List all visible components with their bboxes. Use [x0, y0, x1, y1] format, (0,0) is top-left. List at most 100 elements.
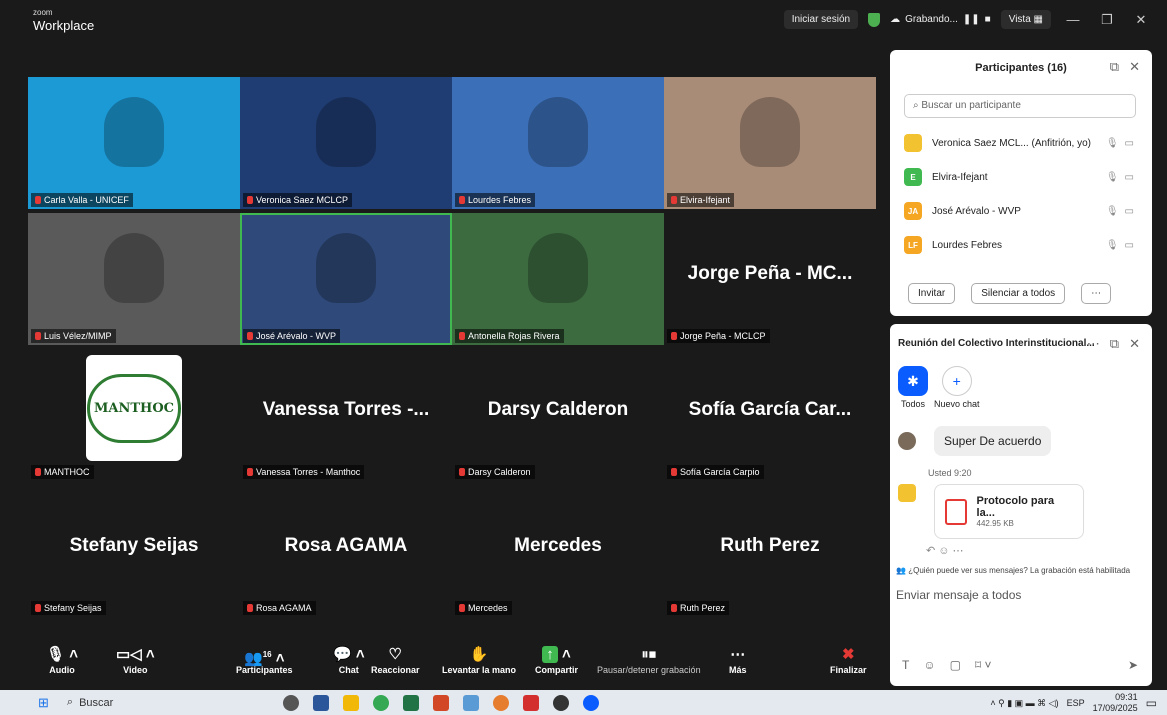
participants-panel: Participantes (16) ⧉ ✕ ⌕ Buscar un partic… — [890, 50, 1152, 316]
message-actions-icon[interactable]: ↶ ☺ ⋯ — [926, 544, 964, 557]
app2-icon[interactable] — [493, 694, 510, 711]
audio-button[interactable]: 🎙 ˄ Audio — [46, 645, 78, 675]
person-silhouette — [316, 97, 376, 167]
close-panel-icon[interactable]: ✕ — [1129, 59, 1140, 75]
more-options-button[interactable]: ⋯ — [1081, 283, 1112, 304]
participant-tile[interactable]: José Arévalo - WVP — [240, 213, 452, 345]
minimize-icon[interactable]: — — [1061, 12, 1085, 27]
react-button[interactable]: ♡ Reaccionar — [371, 645, 420, 675]
brand-small: zoom — [33, 8, 53, 17]
participant-tile[interactable]: Vanessa Torres -... Vanessa Torres - Mant… — [240, 349, 452, 481]
file-icon[interactable]: ▢ — [950, 658, 961, 672]
participant-name-label: Stefany Seijas — [31, 601, 106, 615]
more-button[interactable]: ⋯ Más — [729, 645, 747, 675]
video-button[interactable]: ▭◁ ˄ Video — [116, 645, 155, 675]
send-icon[interactable]: ➤ — [1128, 658, 1138, 672]
file-attachment[interactable]: Protocolo para la... 442.95 KB — [934, 484, 1084, 539]
file-explorer-icon[interactable] — [343, 694, 360, 711]
participant-tile[interactable]: Sofía García Car... Sofía García Carpio — [664, 349, 876, 481]
participant-tile[interactable]: Luis Vélez/MIMP — [28, 213, 240, 345]
participant-tile[interactable]: Antonella Rojas Rivera — [452, 213, 664, 345]
raise-hand-button[interactable]: ✋ Levantar la mano — [442, 645, 516, 675]
participant-row[interactable]: Veronica Saez MCL... (Anfitrión, yo) 🎙 ▭ — [904, 126, 1134, 160]
participant-name: Darsy Calderon — [468, 467, 531, 477]
share-button[interactable]: ↑ ˄ Compartir — [535, 645, 578, 675]
participant-row[interactable]: LF Lourdes Febres 🎙 ▭ — [904, 228, 1134, 262]
share-label: Compartir — [535, 665, 579, 675]
signin-button[interactable]: Iniciar sesión — [783, 10, 859, 29]
participant-row-name: José Arévalo - WVP — [932, 205, 1021, 217]
avatar — [898, 432, 916, 450]
person-silhouette — [104, 97, 164, 167]
camera-icon[interactable]: ▭ — [1125, 172, 1134, 183]
participant-tile[interactable]: Elvira-Ifejant — [664, 77, 876, 209]
camera-icon[interactable]: ▭ — [1125, 206, 1134, 217]
participant-tile[interactable]: Jorge Peña - MC... Jorge Peña - MCLCP — [664, 213, 876, 345]
participant-tile[interactable]: Rosa AGAMA Rosa AGAMA — [240, 485, 452, 617]
excel-icon[interactable] — [403, 694, 420, 711]
tray-icons[interactable]: ˄ ⚲ ▮ ▣ ▬ ⌘ ◁) — [990, 698, 1058, 709]
meeting-toolbar: 🎙 ˄ Audio ▭◁ ˄ Video 👥16 ˄ Participantes 💬 … — [0, 639, 888, 686]
participant-tile[interactable]: Lourdes Febres — [452, 77, 664, 209]
chrome-icon[interactable] — [373, 694, 390, 711]
camera-icon: ▭◁ ˄ — [116, 646, 155, 663]
microphone-icon[interactable]: 🎙 — [1106, 240, 1119, 251]
participant-row[interactable]: JA José Arévalo - WVP 🎙 ▭ — [904, 194, 1134, 228]
popout-icon[interactable]: ⧉ — [1110, 59, 1119, 75]
stop-icon[interactable]: ■ — [985, 14, 991, 25]
powerpoint-icon[interactable] — [433, 694, 450, 711]
muted-mic-icon — [247, 196, 253, 204]
participant-name-label: Ruth Perez — [667, 601, 730, 615]
acrobat-icon[interactable] — [523, 694, 540, 711]
tab-all[interactable]: ✱ Todos — [898, 366, 928, 409]
participant-tile[interactable]: Veronica Saez MCLCP — [240, 77, 452, 209]
chat-input[interactable]: Enviar mensaje a todos — [896, 588, 1021, 602]
task-view-icon[interactable] — [283, 694, 300, 711]
search-icon[interactable]: ⌕ — [67, 696, 73, 709]
camera-icon[interactable]: ▭ — [1125, 240, 1134, 251]
camera-icon[interactable]: ▭ — [1125, 138, 1134, 149]
pause-icon[interactable]: ❚❚ — [963, 14, 980, 25]
microphone-icon[interactable]: 🎙 — [1106, 206, 1119, 217]
clock[interactable]: 09:31 17/09/2025 — [1093, 692, 1138, 714]
participants-button[interactable]: 👥16 ˄ Participantes — [236, 645, 293, 675]
participant-search-input[interactable]: ⌕ Buscar un participante — [904, 94, 1136, 118]
app-icon[interactable] — [463, 694, 480, 711]
restore-icon[interactable]: ❐ — [1095, 12, 1119, 28]
view-button[interactable]: Vista ▦ — [1000, 10, 1051, 29]
participant-tile[interactable]: Carla Valla - UNICEF — [28, 77, 240, 209]
tab-new-chat[interactable]: + Nuevo chat — [934, 366, 980, 409]
close-icon[interactable]: ✕ — [1129, 12, 1153, 28]
microphone-icon[interactable]: 🎙 — [1106, 138, 1119, 149]
word-icon[interactable] — [313, 694, 330, 711]
mute-all-button[interactable]: Silenciar a todos — [971, 283, 1066, 304]
recording-indicator[interactable]: ☁ Grabando... ❚❚ ■ — [890, 14, 991, 25]
windows-start-icon[interactable]: ⊞ — [38, 695, 49, 711]
app3-icon[interactable] — [553, 694, 570, 711]
pause-recording-button[interactable]: ⏸⏹ Pausar/detener grabación — [597, 645, 701, 675]
chat-close-icon[interactable]: ✕ — [1129, 336, 1140, 352]
participant-row[interactable]: E Elvira-Ifejant 🎙 ▭ — [904, 160, 1134, 194]
microphone-icon[interactable]: 🎙 — [1106, 172, 1119, 183]
participant-tile[interactable]: Ruth Perez Ruth Perez — [664, 485, 876, 617]
participant-name-label: Carla Valla - UNICEF — [31, 193, 133, 207]
notifications-icon[interactable]: ▭ — [1146, 696, 1157, 710]
participant-tile[interactable]: Mercedes Mercedes — [452, 485, 664, 617]
clock-time: 09:31 — [1115, 692, 1138, 702]
invite-button[interactable]: Invitar — [908, 283, 956, 304]
chat-more-icon[interactable]: ⋯ — [1087, 336, 1100, 352]
format-icon[interactable]: T — [902, 658, 909, 672]
screenshot-icon[interactable]: ⌑ ˅ — [975, 658, 992, 672]
participant-tile[interactable]: Darsy Calderon Darsy Calderon — [452, 349, 664, 481]
security-shield-icon[interactable] — [868, 12, 881, 27]
zoom-taskbar-icon[interactable] — [583, 694, 600, 711]
taskbar-search[interactable]: Buscar — [79, 697, 113, 709]
chat-popout-icon[interactable]: ⧉ — [1110, 336, 1119, 352]
chat-button[interactable]: 💬 ˄ Chat — [333, 645, 365, 675]
participant-tile[interactable]: MANTHOC MANTHOC — [28, 349, 240, 481]
participant-tile[interactable]: Stefany Seijas Stefany Seijas — [28, 485, 240, 617]
emoji-icon[interactable]: ☺ — [923, 658, 935, 672]
end-meeting-button[interactable]: ✖ Finalizar — [830, 645, 867, 675]
language-indicator[interactable]: ESP — [1067, 698, 1085, 708]
heart-icon: ♡ — [388, 646, 402, 663]
